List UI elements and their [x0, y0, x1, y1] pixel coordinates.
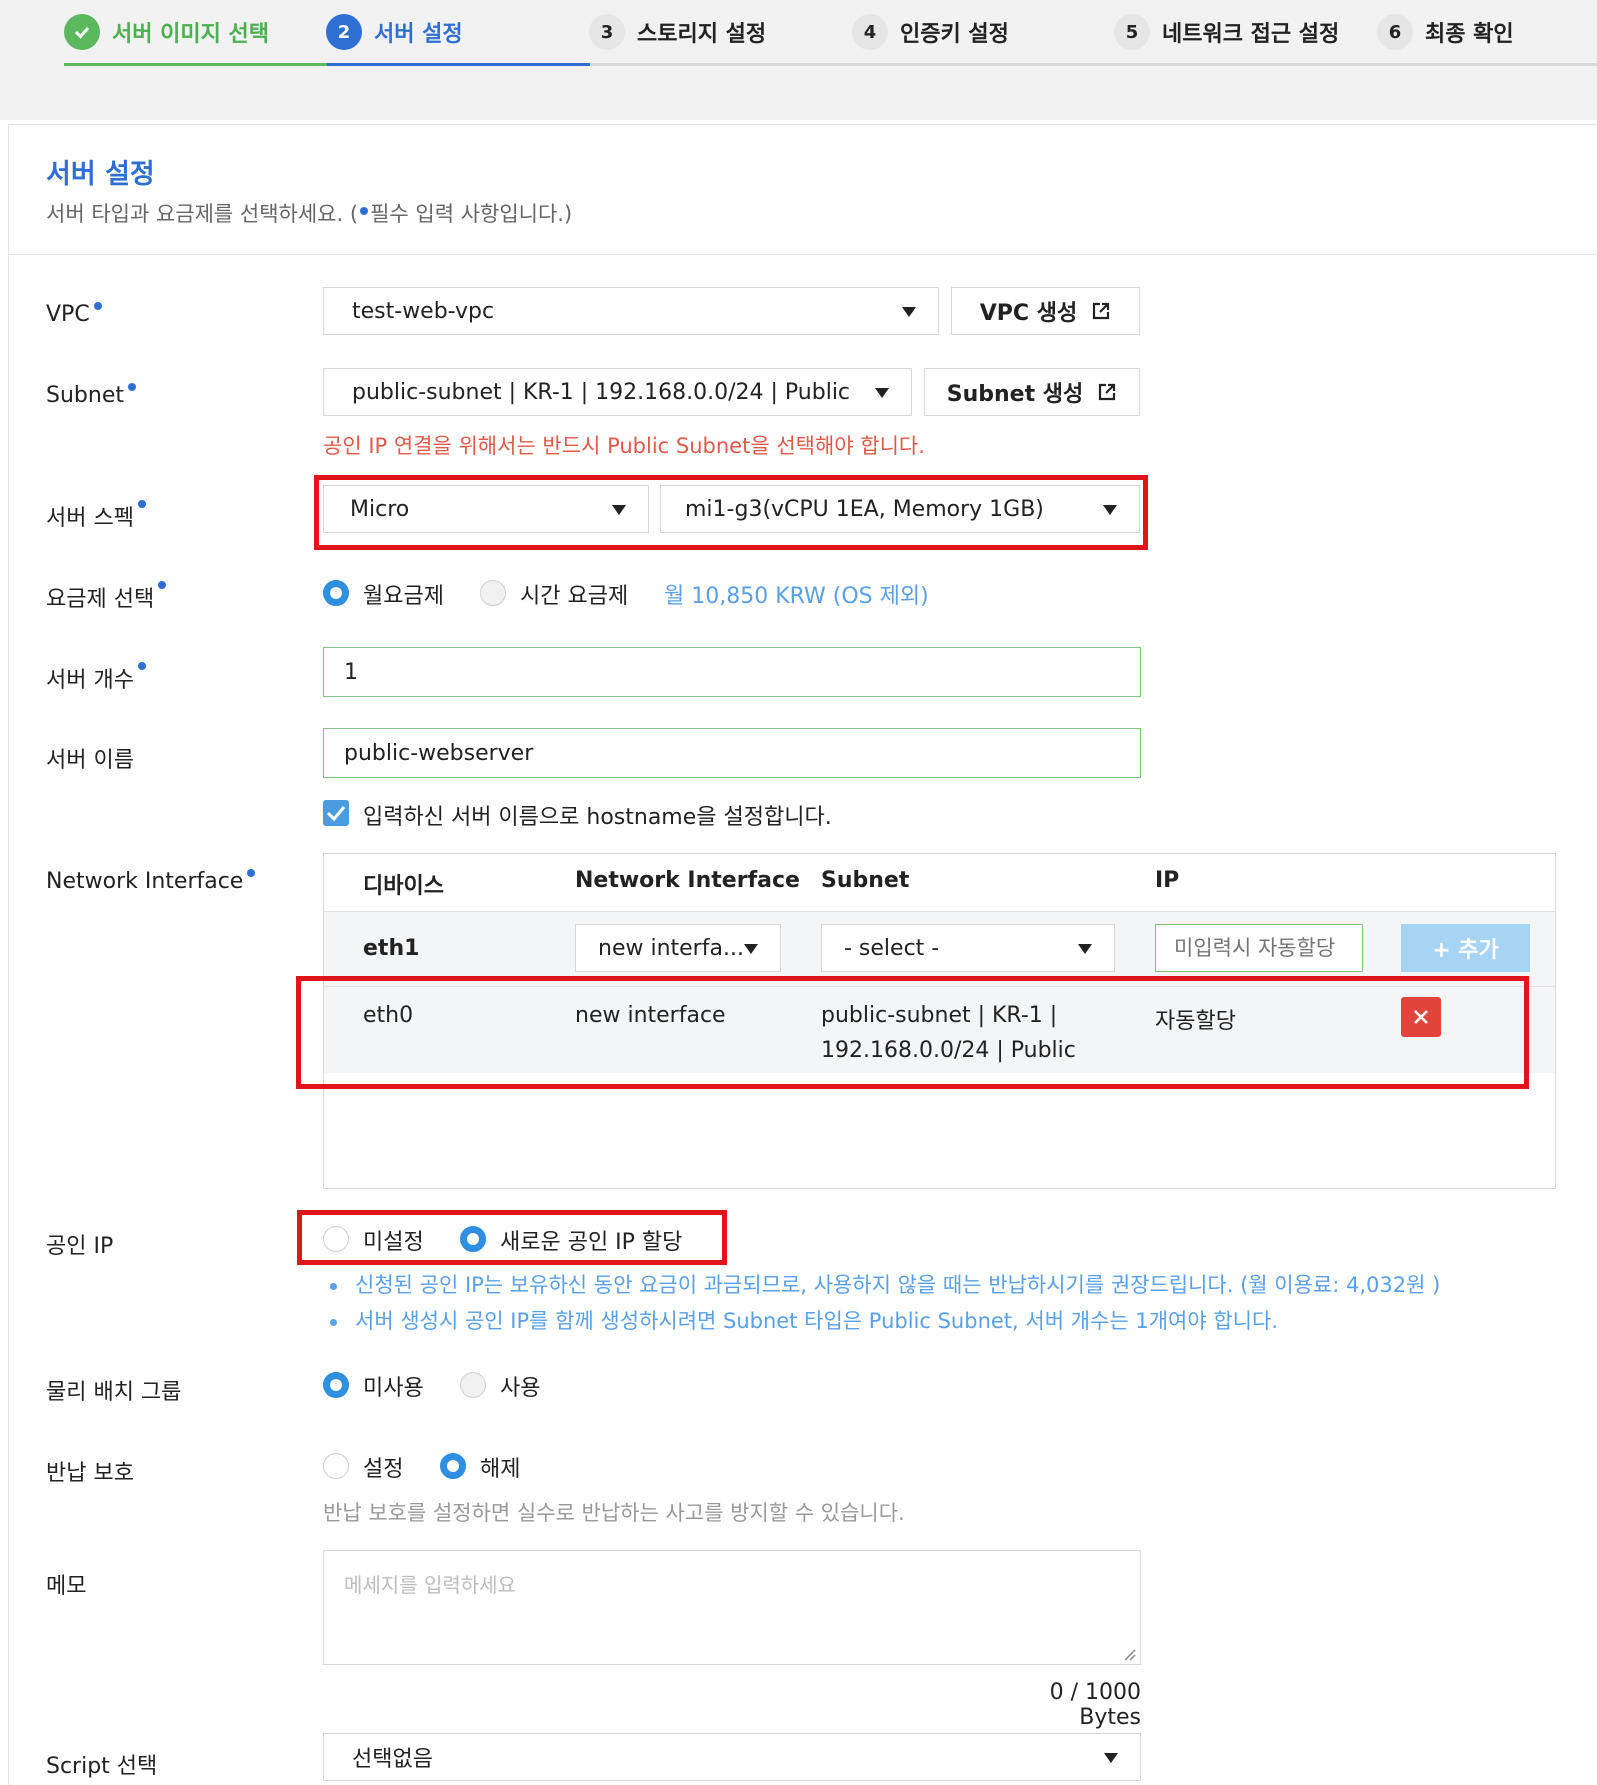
count-label: 서버 개수 — [46, 662, 146, 694]
protection-off-radio[interactable] — [440, 1453, 466, 1479]
step-number: 6 — [1377, 14, 1413, 50]
nic-ip-input[interactable] — [1155, 924, 1363, 972]
step-progress-active — [327, 63, 590, 66]
nic-new-device: eth1 — [363, 936, 420, 961]
step-number: 4 — [852, 14, 888, 50]
required-dot-icon — [360, 207, 369, 215]
placement-unused-label[interactable]: 미사용 — [363, 1370, 424, 1402]
nic-label: Network Interface — [46, 869, 256, 894]
highlight-box — [296, 976, 1529, 1089]
step-number: 5 — [1114, 14, 1150, 50]
spec-label: 서버 스펙 — [46, 500, 146, 532]
required-dot-icon — [137, 500, 146, 508]
step-progress-rest — [590, 63, 1597, 66]
memo-byte-counter: 0 / 1000 Bytes — [1049, 1680, 1141, 1730]
hostname-checkbox-label[interactable]: 입력하신 서버 이름으로 hostname을 설정합니다. — [363, 799, 832, 831]
nic-subnet-select[interactable]: - select - — [821, 924, 1115, 972]
caret-down-icon — [744, 944, 758, 954]
step-auth-key[interactable]: 4 인증키 설정 — [852, 10, 1009, 54]
nic-interface-select[interactable]: new interfa... — [575, 924, 781, 972]
nic-header-interface: Network Interface — [575, 868, 800, 893]
placement-used-radio[interactable] — [460, 1372, 486, 1398]
create-vpc-button[interactable]: VPC 생성 — [951, 287, 1140, 335]
step-server-image[interactable]: 서버 이미지 선택 — [64, 10, 269, 54]
step-label: 스토리지 설정 — [637, 22, 767, 47]
step-label: 최종 확인 — [1425, 22, 1514, 47]
public-ip-label: 공인 IP — [46, 1234, 114, 1259]
nic-header-subnet: Subnet — [821, 868, 910, 893]
billing-hourly-radio[interactable] — [480, 580, 506, 606]
step-label: 서버 이미지 선택 — [112, 22, 269, 47]
billing-label: 요금제 선택 — [46, 581, 167, 613]
page-subtitle: 서버 타입과 요금제를 선택하세요. (필수 입력 사항입니다.) — [46, 202, 573, 226]
required-dot-icon — [247, 869, 256, 877]
billing-price: 월 10,850 KRW (OS 제외) — [664, 584, 929, 609]
create-subnet-button[interactable]: Subnet 생성 — [924, 368, 1140, 416]
placement-used-label[interactable]: 사용 — [500, 1370, 540, 1402]
check-icon — [64, 14, 100, 50]
subnet-label: Subnet — [46, 383, 136, 408]
subnet-select[interactable]: public-subnet | KR-1 | 192.168.0.0/24 | … — [323, 368, 912, 416]
required-dot-icon — [93, 302, 102, 310]
vpc-label: VPC — [46, 302, 102, 327]
step-label: 서버 설정 — [374, 22, 463, 47]
caret-down-icon — [1078, 944, 1092, 954]
billing-monthly-label[interactable]: 월요금제 — [363, 578, 444, 610]
check-icon — [326, 806, 346, 822]
step-label: 인증키 설정 — [900, 22, 1009, 47]
resize-handle-icon[interactable] — [1120, 1645, 1136, 1661]
protection-label: 반납 보호 — [46, 1461, 134, 1486]
vpc-select[interactable]: test-web-vpc — [323, 287, 939, 335]
placement-unused-radio[interactable] — [323, 1372, 349, 1398]
required-dot-icon — [158, 581, 167, 589]
server-count-input[interactable]: 1 — [323, 647, 1141, 697]
bullet-icon — [330, 1282, 337, 1290]
protection-off-label[interactable]: 해제 — [480, 1451, 520, 1483]
name-label: 서버 이름 — [46, 748, 134, 773]
step-final-review[interactable]: 6 최종 확인 — [1377, 10, 1514, 54]
step-storage[interactable]: 3 스토리지 설정 — [589, 10, 766, 54]
step-network-access[interactable]: 5 네트워크 접근 설정 — [1114, 10, 1339, 54]
nic-add-button[interactable]: + 추가 — [1401, 924, 1530, 972]
protection-hint: 반납 보호를 설정하면 실수로 반납하는 사고를 방지할 수 있습니다. — [323, 1501, 905, 1525]
bullet-icon — [330, 1318, 337, 1326]
server-name-input[interactable]: public-webserver — [323, 728, 1141, 778]
script-select[interactable]: 선택없음 — [323, 1733, 1141, 1781]
memo-textarea[interactable]: 메세지를 입력하세요 — [323, 1550, 1141, 1665]
script-label: Script 선택 — [46, 1754, 158, 1779]
highlight-box — [314, 475, 1148, 550]
placement-label: 물리 배치 그룹 — [46, 1380, 182, 1405]
external-link-icon — [1099, 383, 1116, 401]
subnet-warning: 공인 IP 연결을 위해서는 반드시 Public Subnet을 선택해야 합… — [323, 434, 925, 458]
hostname-checkbox[interactable] — [323, 800, 349, 826]
billing-monthly-radio[interactable] — [323, 580, 349, 606]
required-dot-icon — [137, 662, 146, 670]
caret-down-icon — [1104, 1753, 1118, 1763]
step-progress-done — [64, 63, 327, 66]
memo-label: 메모 — [46, 1574, 87, 1599]
protection-on-radio[interactable] — [323, 1453, 349, 1479]
nic-header-ip: IP — [1155, 868, 1180, 893]
required-dot-icon — [127, 383, 136, 391]
step-server-settings[interactable]: 2 서버 설정 — [326, 10, 463, 54]
divider — [8, 254, 1597, 255]
page-title: 서버 설정 — [46, 159, 155, 190]
external-link-icon — [1093, 302, 1110, 320]
step-number: 2 — [326, 14, 362, 50]
public-ip-note: 서버 생성시 공인 IP를 함께 생성하시려면 Subnet 타입은 Publi… — [330, 1305, 1278, 1335]
highlight-box — [297, 1210, 727, 1265]
public-ip-note: 신청된 공인 IP는 보유하신 동안 요금이 과금되므로, 사용하지 않을 때는… — [330, 1269, 1440, 1299]
protection-on-label[interactable]: 설정 — [363, 1451, 403, 1483]
caret-down-icon — [875, 388, 889, 398]
nic-header-device: 디바이스 — [363, 874, 444, 899]
step-number: 3 — [589, 14, 625, 50]
caret-down-icon — [902, 307, 916, 317]
step-label: 네트워크 접근 설정 — [1162, 22, 1340, 47]
billing-hourly-label[interactable]: 시간 요금제 — [520, 578, 628, 610]
